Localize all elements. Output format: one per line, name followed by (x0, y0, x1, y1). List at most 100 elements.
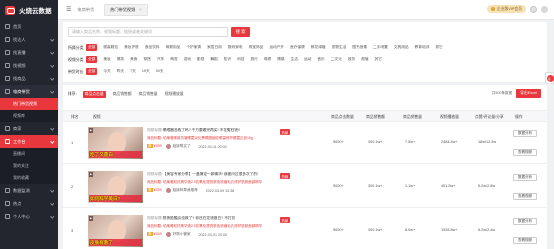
filter-chip[interactable]: 母婴 (264, 57, 271, 62)
sidebar-item-video[interactable]: 找视频 (0, 59, 58, 72)
filter-chip[interactable]: 科技 (237, 57, 244, 62)
view-video-button[interactable]: 查看视频 (513, 149, 537, 156)
filter-chip[interactable]: 搞笑 (117, 57, 124, 62)
filter-chip[interactable]: 游戏 (184, 57, 191, 62)
filter-chip[interactable]: 二手闲置 (373, 45, 388, 50)
filter-chip[interactable]: 今天 (103, 69, 110, 74)
filter-chip[interactable]: 运动 (304, 57, 311, 62)
filter-chip[interactable]: 美妆护肤 (124, 45, 139, 50)
sidebar-sub-live-room[interactable]: 直播间 (0, 148, 58, 160)
filter-chip[interactable]: 政务 (348, 57, 355, 62)
filter-chip[interactable]: 美食 (130, 57, 137, 62)
breadcrumb[interactable]: 电商带货 (77, 7, 94, 13)
sidebar-sub-follow[interactable]: 我的关注 (0, 160, 58, 172)
filter-chip[interactable]: 美妆 (103, 57, 110, 62)
filter-chip[interactable]: 昨天 (117, 69, 124, 74)
filter-chip[interactable]: 旅行 (251, 57, 258, 62)
filter-chip[interactable]: 教育培训 (415, 45, 430, 50)
sidebar-item-find-kol[interactable]: 找达人 (0, 33, 58, 46)
tab-hot-videos[interactable]: 热门带货视频 × (104, 3, 148, 16)
sidebar-item-home[interactable]: 首页 (0, 20, 58, 33)
chevron-down-icon (49, 49, 54, 54)
product-title[interactable]: 商品标题: 珀莱雅双抗精华液2.0抗氧化提亮肤色收缩毛孔修护肌肤面部精华 (147, 180, 292, 185)
avatar[interactable] (541, 5, 548, 13)
filter-chip[interactable]: 音乐 (317, 57, 324, 62)
search-input[interactable]: 请输入商品名称、视频标题、链接或者关键词 (68, 27, 228, 37)
filter-chip[interactable]: 文具用品 (394, 45, 409, 50)
sidebar-item-shop[interactable]: 商家 (0, 122, 58, 135)
author-name[interactable]: 好物小管家 (173, 232, 191, 237)
sidebar-item-ecommerce[interactable]: 电商带货 (0, 85, 58, 98)
video-thumbnail[interactable]: ▶ 皮肤有救了 (88, 215, 143, 247)
filter-chip[interactable]: 其它 (375, 57, 382, 62)
filter-chip[interactable]: 萌宠 (170, 57, 177, 62)
filter-chip[interactable]: 15天 (142, 69, 150, 74)
sort-chip[interactable]: 视频播放量 (165, 92, 184, 97)
vip-badge[interactable]: 企业版VIP会员 (486, 5, 526, 13)
filter-chip[interactable]: 穿搭 (144, 57, 151, 62)
close-icon[interactable]: × (139, 7, 141, 12)
export-button[interactable]: 导出Excel (516, 89, 541, 98)
filter-chip[interactable]: 个护家清 (186, 45, 201, 50)
sort-chip[interactable]: 商品销售量 (139, 92, 158, 97)
sort-chip[interactable]: 商品点击量 (82, 91, 106, 98)
filter-chip[interactable]: 图书音像 (352, 45, 367, 50)
filter-chip[interactable]: 数码家电 (228, 45, 243, 50)
filter-chip[interactable]: 其它 (435, 45, 442, 50)
sidebar-sub-favorite[interactable]: 我的收藏 (0, 172, 58, 184)
filter-chip[interactable]: 知识 (224, 57, 231, 62)
filter-chip[interactable]: 颜值 (361, 57, 368, 62)
author-name[interactable]: 姐妹帮买了 (173, 144, 191, 149)
table-row[interactable]: 1 ▶ 吃了又是白 视频标题:黑眼圈没救了吗? 千万要看完再买! 不花冤枉钱!! … (63, 122, 547, 164)
product-title[interactable]: 商品标题: 珀莱雅双抗精华液2.0抗氧化提亮肤色收缩毛孔修护肌肤面部精华 (147, 224, 292, 229)
sidebar-item-profile[interactable]: 个人中心 (0, 210, 58, 223)
filter-chip[interactable]: 珠宝饰品 (249, 45, 264, 50)
filter-chip[interactable]: 服装鞋包 (103, 45, 118, 50)
filter-chip[interactable]: 全部 (86, 68, 98, 75)
sort-chip[interactable]: 商品销售额 (113, 92, 132, 97)
sidebar-item-live[interactable]: 找直播 (0, 46, 58, 59)
video-title[interactable]: 【美容专家分享】一盒搞定一款精华! 我被问过很多次了的! (163, 172, 258, 176)
filter-chip[interactable]: 家居日用 (207, 45, 222, 50)
sidebar-item-monitor[interactable]: 数据监测 (0, 184, 58, 197)
filter-chip[interactable]: 影视 (197, 57, 204, 62)
filter-chip[interactable]: 食品饮料 (145, 45, 160, 50)
filter-chip[interactable]: 全部 (86, 56, 98, 63)
filter-chip[interactable]: 鲜花绿植 (311, 45, 326, 50)
filter-chip[interactable]: 全部 (86, 44, 98, 51)
analyze-button[interactable]: 数据分析 (513, 174, 537, 181)
sidebar-item-workbench[interactable]: 工作台 (0, 135, 58, 148)
filter-chip[interactable]: 7天 (130, 69, 136, 74)
table-row[interactable]: 3 ▶ 皮肤有救了 视频标题:熬夜脸黯淡没救了? 你还在花钱做白? 不打折 商品标… (63, 210, 547, 249)
filter-chip[interactable]: 医疗保健 (290, 45, 305, 50)
video-thumbnail[interactable]: ▶ 吃了又是白 (88, 127, 143, 159)
sidebar-item-goods[interactable]: 找商品 (0, 72, 58, 85)
filter-chip[interactable]: 汽车 (157, 57, 164, 62)
video-title[interactable]: 黑眼圈没救了吗? 千万要看完再买! 不花冤枉钱!! (163, 128, 240, 132)
filter-chip[interactable]: 生活 (291, 57, 298, 62)
filter-chip[interactable]: 母婴用品 (166, 45, 181, 50)
product-title[interactable]: 商品标题: 珀莱雅紧致抗皱眼霜淡化黑眼圈细纹眼袋修护眼霜正品15g (147, 136, 292, 141)
filter-chip[interactable]: 舞蹈 (210, 57, 217, 62)
video-title[interactable]: 熬夜脸黯淡没救了? 你还在花钱做白? 不打折 (163, 216, 236, 220)
view-video-button[interactable]: 查看视频 (513, 237, 537, 244)
filter-chip[interactable]: 运动户外 (269, 45, 284, 50)
filter-chip[interactable]: 二次元 (331, 57, 342, 62)
notification-icon[interactable] (530, 5, 537, 13)
video-thumbnail[interactable]: ▶ 如何科学美白? (88, 171, 143, 203)
filter-chip[interactable]: 30天 (156, 69, 164, 74)
filter-chip[interactable]: 情感 (277, 57, 284, 62)
sidebar-sub-hot-videos[interactable]: 热门带货视频 (0, 98, 58, 110)
analyze-button[interactable]: 数据分析 (513, 218, 537, 225)
analyze-button[interactable]: 数据分析 (513, 130, 537, 137)
app-logo[interactable]: 火烧云数据 (0, 0, 58, 20)
filter-chip[interactable]: 宠物生活 (332, 45, 347, 50)
search-button[interactable]: 搜 索 (231, 27, 250, 37)
table-row[interactable]: 2 ▶ 如何科学美白? 视频标题:【美容专家分享】一盒搞定一款精华! 我被问过很多… (63, 166, 547, 208)
sidebar-item-hot[interactable]: 热点 (0, 197, 58, 210)
menu-toggle-icon[interactable]: ☰ (66, 6, 71, 13)
view-video-button[interactable]: 查看视频 (513, 193, 537, 200)
customer-service-badge[interactable]: 客服 (545, 72, 554, 85)
sidebar-sub-video-lib[interactable]: 视频库 (0, 110, 58, 122)
author-name[interactable]: 姐妹种草我推荐 (173, 188, 198, 193)
